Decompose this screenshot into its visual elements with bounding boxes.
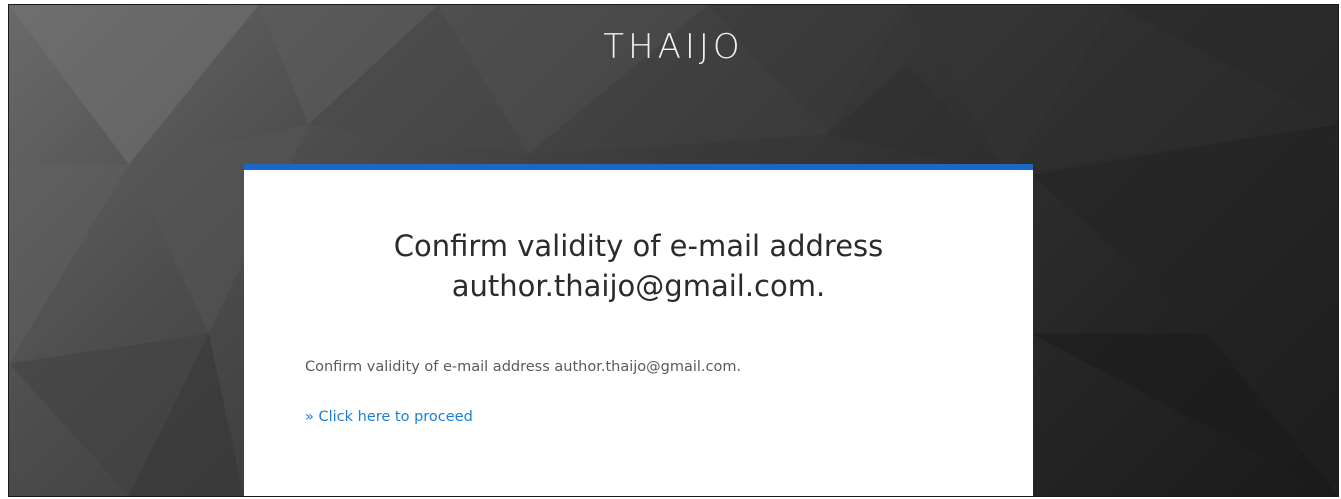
page-title: Confirm validity of e-mail address autho… xyxy=(244,226,1033,306)
page-background: THAIJO Confirm validity of e-mail addres… xyxy=(8,4,1339,497)
page-title-line-2: author.thaijo@gmail.com. xyxy=(451,269,826,303)
site-logo[interactable]: THAIJO xyxy=(9,27,1338,67)
confirmation-message: Confirm validity of e-mail address autho… xyxy=(305,359,742,375)
proceed-link[interactable]: » Click here to proceed xyxy=(305,409,473,425)
page-title-line-1: Confirm validity of e-mail address xyxy=(393,229,884,263)
confirmation-card: Confirm validity of e-mail address autho… xyxy=(244,164,1033,496)
